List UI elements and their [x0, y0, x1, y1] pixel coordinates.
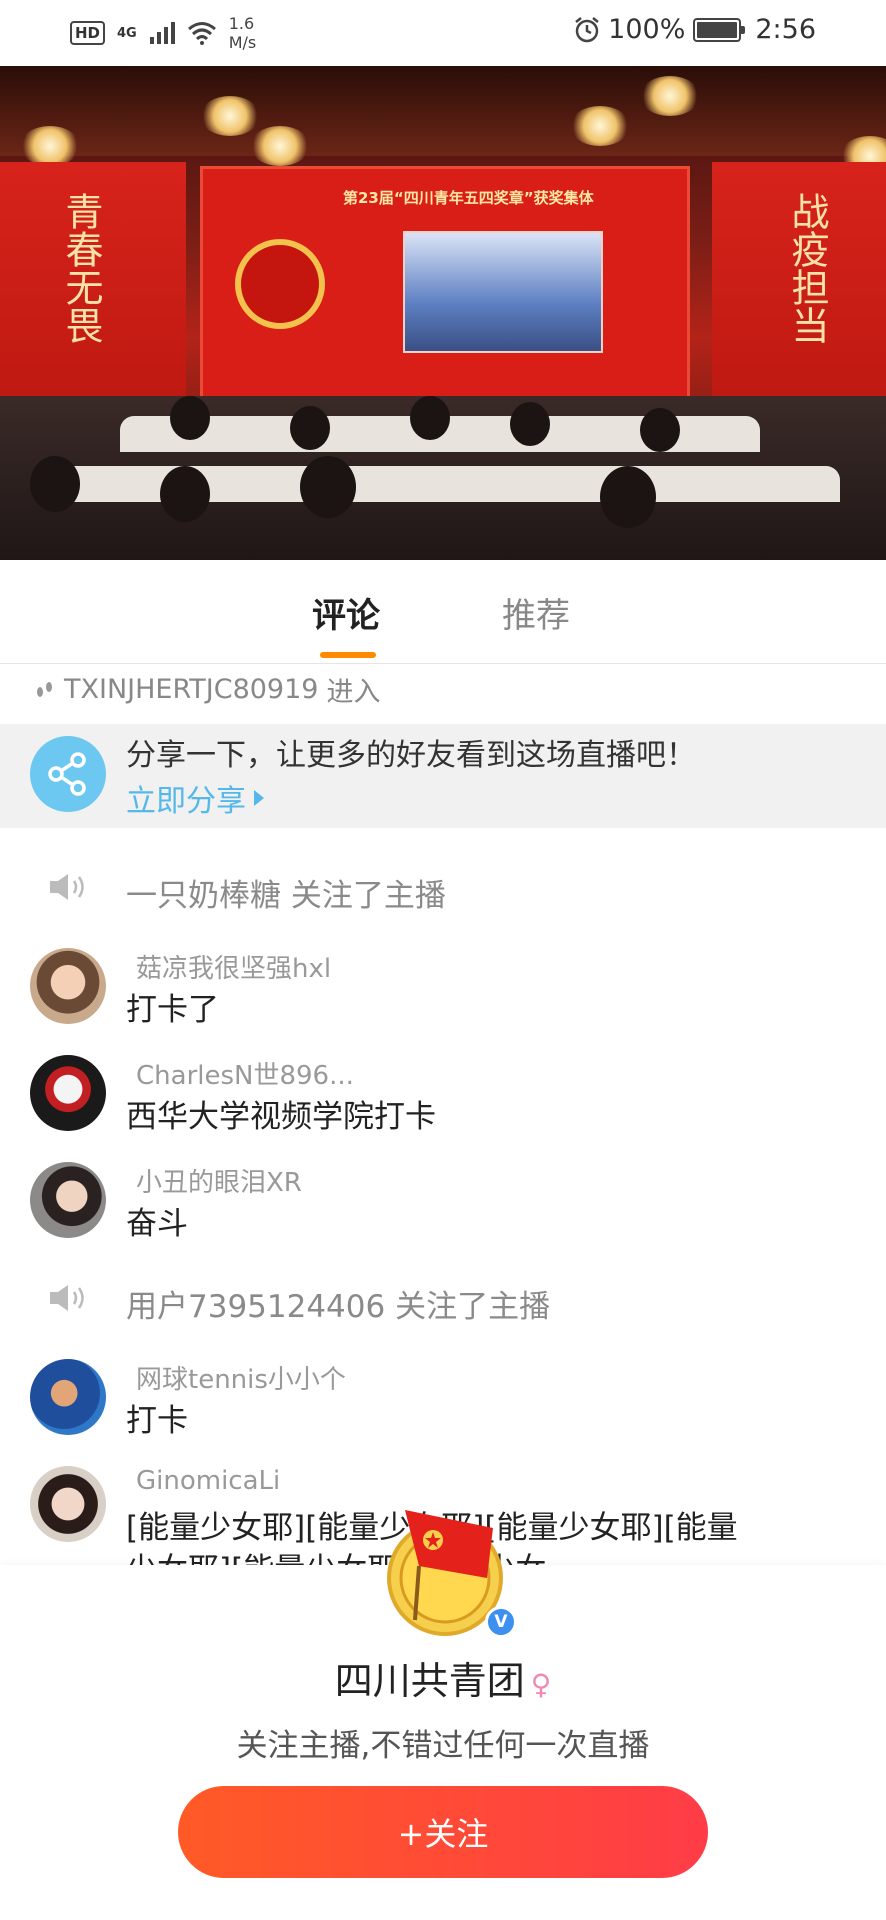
- tab-recommend[interactable]: 推荐: [502, 588, 570, 637]
- speaker-icon: [50, 1285, 84, 1311]
- left-banner-text: 青春无畏: [59, 192, 103, 344]
- audience-member: [160, 466, 210, 522]
- audience-member: [640, 408, 680, 452]
- user-avatar[interactable]: [30, 948, 106, 1024]
- active-tab-indicator: [320, 652, 376, 658]
- speed-unit: M/s: [228, 33, 257, 52]
- chandelier: [200, 96, 260, 136]
- audience-member: [290, 406, 330, 450]
- user-avatar[interactable]: [30, 1162, 106, 1238]
- speed-value: 1.6: [228, 14, 255, 33]
- verified-badge-icon: V: [485, 1606, 517, 1638]
- comment-username[interactable]: GinomicaLi: [136, 1466, 280, 1496]
- share-prompt-card[interactable]: 分享一下，让更多的好友看到这场直播吧！ 立即分享: [0, 724, 886, 828]
- entry-notice: TXINJHERTJC80919 进入: [34, 670, 380, 709]
- user-avatar[interactable]: [30, 1055, 106, 1131]
- system-message: 一只奶棒糖 关注了主播: [0, 860, 886, 920]
- footprint-icon: [37, 681, 52, 697]
- anchor-name: 四川共青团 ♀: [0, 1650, 886, 1705]
- comment-item: 网球tennis小小个 打卡: [0, 1359, 886, 1459]
- anchor-name-text: 四川共青团: [334, 1659, 525, 1703]
- female-icon: ♀: [530, 1668, 552, 1701]
- emblem-icon: [235, 239, 325, 329]
- chandelier: [570, 106, 630, 146]
- stage-screen-title: 第23届“四川青年五四奖章”获奖集体: [343, 189, 594, 207]
- hd-badge: HD: [70, 21, 106, 45]
- status-right: 100% 2:56: [574, 14, 816, 45]
- system-action: 关注了主播: [290, 878, 446, 914]
- comment-item: 菇凉我很坚强hxl 打卡了: [0, 948, 886, 1048]
- live-video-player[interactable]: 青春无畏 战疫担当 第23届“四川青年五四奖章”获奖集体: [0, 66, 886, 560]
- award-photo: [403, 231, 603, 353]
- network-label: 4G: [117, 25, 137, 41]
- audience-area: [0, 396, 886, 560]
- system-user: 用户7395124406: [126, 1289, 386, 1325]
- entry-user: TXINJHERTJC80919: [64, 674, 319, 705]
- comment-text: 打卡: [126, 1403, 188, 1439]
- follow-tip: 关注主播,不错过任何一次直播: [236, 1728, 650, 1764]
- audience-member: [30, 456, 80, 512]
- system-user: 一只奶棒糖: [126, 878, 281, 914]
- comment-username[interactable]: 小丑的眼泪XR: [136, 1162, 302, 1199]
- clock: 2:56: [755, 14, 816, 45]
- system-action: 关注了主播: [395, 1289, 551, 1325]
- arrow-right-icon: [254, 790, 264, 806]
- right-banner-text: 战疫担当: [785, 192, 829, 344]
- cell-signal-icon: [149, 22, 175, 44]
- comment-item: 小丑的眼泪XR 奋斗: [0, 1162, 886, 1262]
- system-message: 用户7395124406 关注了主播: [0, 1271, 886, 1331]
- share-now-label: 立即分享: [126, 784, 246, 819]
- chandelier: [20, 126, 80, 166]
- network-speed: 1.6 M/s: [229, 14, 257, 52]
- chandelier: [250, 126, 310, 166]
- share-icon: [30, 736, 106, 812]
- audience-member: [300, 456, 356, 518]
- comment-text: 西华大学视频学院打卡: [126, 1099, 436, 1135]
- status-bar: HD 4G 1.6 M/s 100% 2:56: [0, 0, 886, 66]
- tab-comments[interactable]: 评论: [312, 588, 380, 637]
- user-avatar[interactable]: [30, 1466, 106, 1542]
- video-ceiling: [0, 66, 886, 156]
- comment-text: 奋斗: [126, 1206, 188, 1242]
- tab-bar: 评论 推荐: [0, 560, 886, 664]
- share-now-link[interactable]: 立即分享: [126, 776, 264, 820]
- follow-button[interactable]: +关注: [178, 1786, 708, 1878]
- comment-item: CharlesN世896... 西华大学视频学院打卡: [0, 1055, 886, 1155]
- share-prompt-text: 分享一下，让更多的好友看到这场直播吧！: [126, 738, 696, 773]
- comment-username[interactable]: 网球tennis小小个: [136, 1359, 346, 1396]
- comment-username[interactable]: CharlesN世896...: [136, 1055, 354, 1092]
- battery-percent: 100%: [608, 14, 686, 45]
- audience-member: [170, 396, 210, 440]
- user-avatar[interactable]: [30, 1359, 106, 1435]
- comment-username[interactable]: 菇凉我很坚强hxl: [136, 948, 331, 985]
- alarm-icon: [575, 16, 599, 42]
- status-left: HD 4G 1.6 M/s: [70, 14, 256, 52]
- audience-member: [600, 466, 656, 528]
- audience-member: [510, 402, 550, 446]
- entry-action: 进入: [326, 677, 381, 708]
- audience-member: [410, 396, 450, 440]
- speaker-icon: [50, 874, 84, 900]
- wifi-icon: [187, 22, 216, 45]
- comment-text: 打卡了: [126, 992, 219, 1028]
- battery-icon: [693, 17, 746, 42]
- chandelier: [640, 76, 700, 116]
